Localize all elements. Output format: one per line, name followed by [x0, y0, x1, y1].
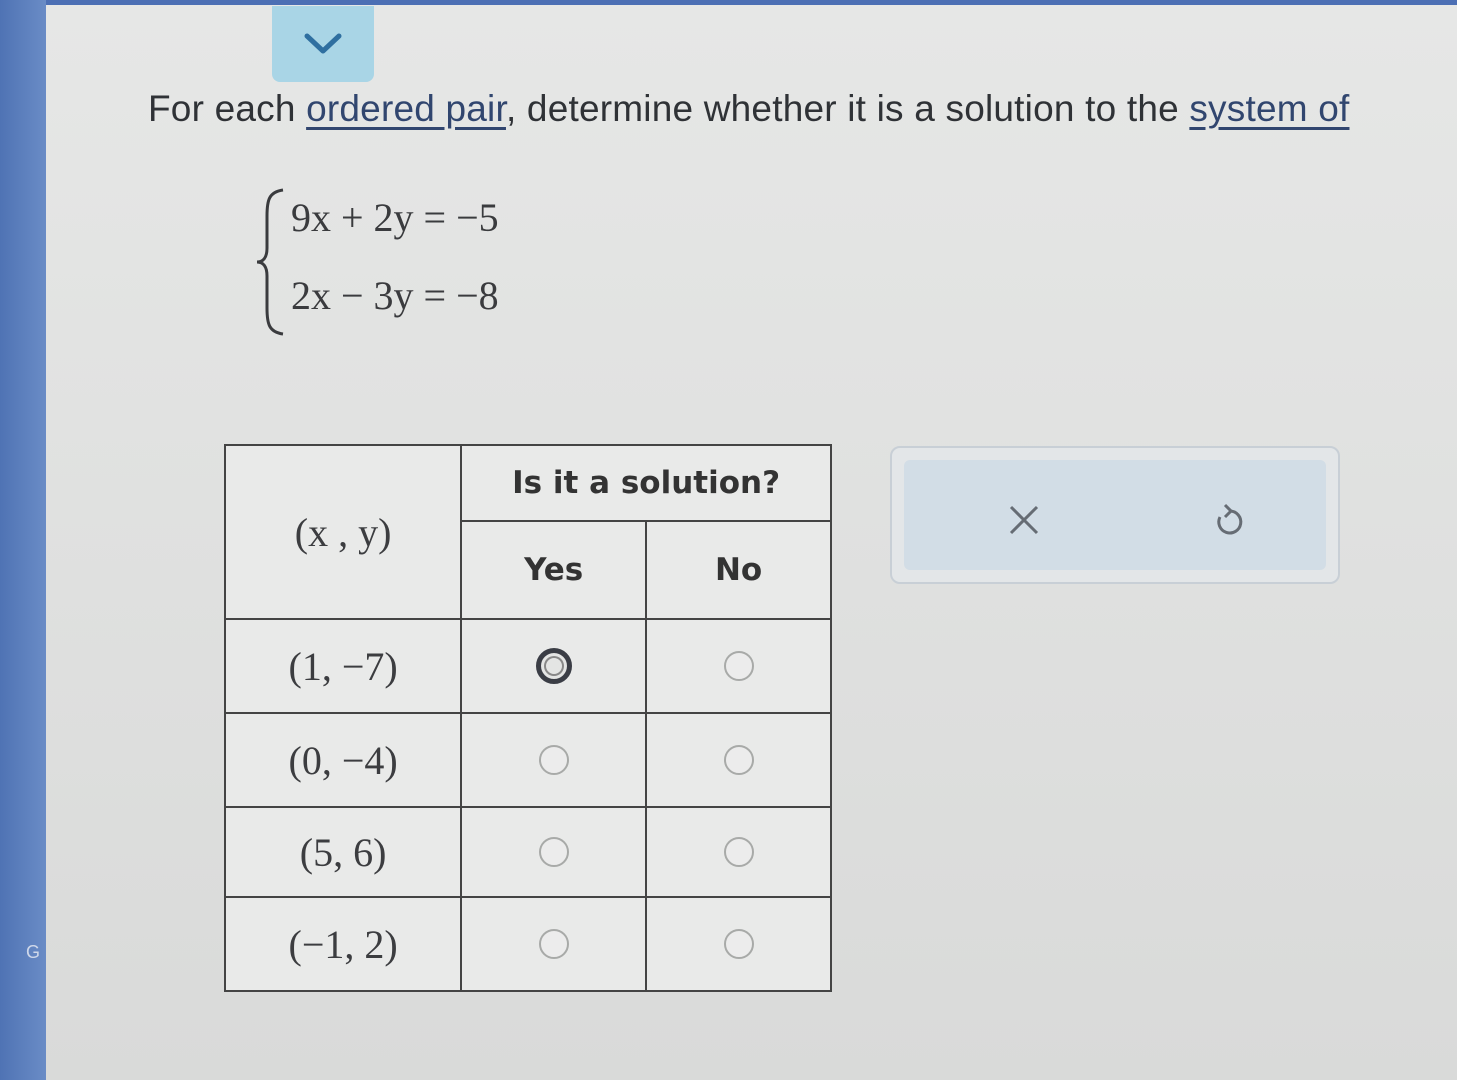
yes-cell [460, 806, 648, 898]
radio-yes-row-4[interactable] [538, 929, 569, 959]
pair-cell: (5, 6) [223, 806, 463, 898]
yes-cell [460, 896, 648, 992]
system-of-equations-link[interactable]: system of [1189, 88, 1349, 129]
radio-yes-row-3[interactable] [538, 837, 569, 867]
table-row: (−1, 2) [223, 896, 832, 992]
no-column-header: No [645, 520, 832, 620]
ordered-pair-link[interactable]: ordered pair [306, 88, 506, 129]
chevron-down-icon [304, 33, 342, 54]
radio-no-row-2[interactable] [723, 745, 754, 775]
undo-icon [1217, 503, 1243, 535]
answer-actions-panel [890, 446, 1340, 584]
collapse-toggle-button[interactable] [272, 6, 374, 82]
equation-2: 2x − 3y = −8 [291, 273, 499, 318]
pair-column-header: (x , y) [223, 444, 463, 620]
equation-1: 9x + 2y = −5 [291, 195, 499, 240]
close-icon [1009, 505, 1039, 535]
no-cell [645, 618, 832, 714]
equation-system: 9x + 2y = −5 2x − 3y = −8 [255, 186, 555, 336]
no-cell [645, 806, 832, 898]
yes-column-header: Yes [460, 520, 648, 620]
solution-table: (x , y) Is it a solution? Yes No (1, −7)… [223, 444, 832, 992]
solution-question-header: Is it a solution? [460, 444, 832, 522]
edge-glyph: G [26, 942, 41, 962]
clear-button[interactable] [994, 490, 1054, 550]
yes-cell [460, 618, 648, 714]
yes-cell [460, 712, 648, 808]
radio-yes-row-2[interactable] [538, 745, 569, 775]
radio-no-row-4[interactable] [723, 929, 754, 959]
pair-cell: (0, −4) [223, 712, 463, 808]
radio-no-row-3[interactable] [723, 837, 754, 867]
table-row: (0, −4) [223, 712, 832, 808]
no-cell [645, 896, 832, 992]
radio-no-row-1[interactable] [723, 651, 754, 681]
radio-yes-row-1[interactable] [535, 648, 572, 684]
pair-cell: (1, −7) [223, 618, 463, 714]
pair-cell: (−1, 2) [223, 896, 463, 992]
undo-button[interactable] [1200, 490, 1260, 550]
instruction-part: , determine whether it is a solution to … [505, 88, 1190, 129]
table-row: (1, −7) [223, 618, 832, 714]
answer-actions-inner [904, 460, 1326, 570]
left-side-strip: G [0, 0, 46, 1080]
instruction-text: For each ordered pair, determine whether… [148, 88, 1457, 130]
instruction-part: For each [148, 88, 307, 129]
left-brace [256, 188, 284, 336]
no-cell [645, 712, 832, 808]
table-row: (5, 6) [223, 806, 832, 898]
